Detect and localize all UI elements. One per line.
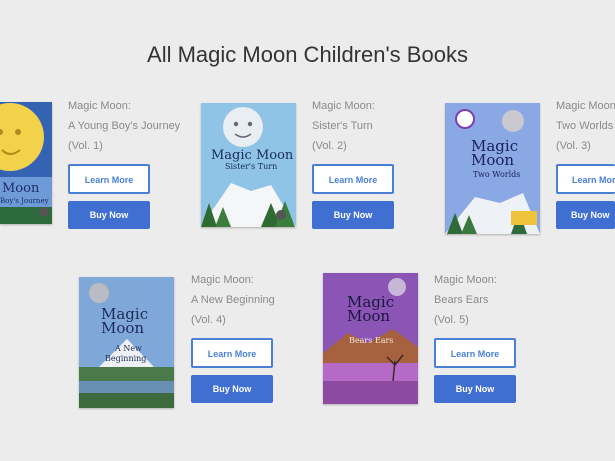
cover-title-line-3: A New	[114, 344, 142, 353]
cover-title-line-3: Two Worlds	[473, 170, 520, 179]
book-cover-vol-4[interactable]: Magic Moon A New Beginning	[79, 277, 174, 408]
cover-title-line-2: Moon	[101, 319, 144, 337]
book-info-vol-5: Magic Moon: Bears Ears (Vol. 5)	[434, 270, 544, 330]
book-volume: (Vol. 1)	[68, 140, 103, 152]
cover-title-line-2: Boy's Journey	[0, 197, 49, 205]
buy-now-button[interactable]: Buy Now	[191, 375, 273, 403]
learn-more-button[interactable]: Learn More	[68, 164, 150, 194]
book-volume: (Vol. 2)	[312, 140, 347, 152]
moon-cover-art-icon: Magic Moon A New Beginning	[79, 277, 174, 408]
moon-cover-art-icon: Magic Moon Bears Ears	[323, 273, 418, 404]
learn-more-button[interactable]: Learn More	[191, 338, 273, 368]
buy-now-button[interactable]: Buy Now	[68, 201, 150, 229]
cover-title-line-1: Magic Moon	[211, 148, 294, 163]
book-subtitle: Sister's Turn	[312, 120, 373, 132]
book-subtitle: Two Worlds	[556, 120, 614, 132]
book-subtitle: A Young Boy's Journey	[68, 120, 181, 132]
book-info-vol-1: Magic Moon: A Young Boy's Journey (Vol. …	[68, 96, 181, 156]
cover-title-line-3: Bears Ears	[349, 336, 393, 345]
cover-title-line-2: Sister's Turn	[225, 162, 277, 171]
moon-cover-art-icon: Magic Moon Sister's Turn	[201, 103, 296, 227]
book-series: Magic Moon:	[191, 274, 254, 286]
cover-title-line-2: Moon	[347, 307, 390, 325]
moon-cover-art-icon: Moon Boy's Journey	[0, 102, 52, 224]
book-cover-vol-3[interactable]: Magic Moon Two Worlds	[445, 103, 540, 234]
learn-more-button[interactable]: Learn More	[312, 164, 394, 194]
book-volume: (Vol. 3)	[556, 140, 591, 152]
book-series: Magic Moon:	[68, 100, 131, 112]
book-info-vol-3: Magic Moon Two Worlds (Vol. 3)	[556, 96, 615, 156]
book-cover-vol-2[interactable]: Magic Moon Sister's Turn	[201, 103, 296, 227]
book-series: Magic Moon	[556, 100, 615, 112]
book-series: Magic Moon:	[434, 274, 497, 286]
book-subtitle: Bears Ears	[434, 294, 489, 306]
cover-title-line-1: Moon	[2, 181, 40, 196]
book-volume: (Vol. 5)	[434, 314, 469, 326]
book-series: Magic Moon:	[312, 100, 375, 112]
buy-now-button[interactable]: Buy Now	[434, 375, 516, 403]
buy-now-button[interactable]: Buy Now	[556, 201, 615, 229]
cover-title-line-4: Beginning	[105, 354, 146, 363]
learn-more-button[interactable]: Learn More	[434, 338, 516, 368]
book-cover-vol-1[interactable]: Moon Boy's Journey	[0, 102, 52, 224]
book-info-vol-4: Magic Moon: A New Beginning (Vol. 4)	[191, 270, 301, 330]
book-volume: (Vol. 4)	[191, 314, 226, 326]
cover-title-line-2: Moon	[471, 151, 514, 169]
buy-now-button[interactable]: Buy Now	[312, 201, 394, 229]
moon-cover-art-icon: Magic Moon Two Worlds	[445, 103, 540, 234]
page-title: All Magic Moon Children's Books	[147, 42, 468, 67]
learn-more-button[interactable]: Learn More	[556, 164, 615, 194]
book-subtitle: A New Beginning	[191, 294, 275, 306]
book-cover-vol-5[interactable]: Magic Moon Bears Ears	[323, 273, 418, 404]
book-info-vol-2: Magic Moon: Sister's Turn (Vol. 2)	[312, 96, 422, 156]
